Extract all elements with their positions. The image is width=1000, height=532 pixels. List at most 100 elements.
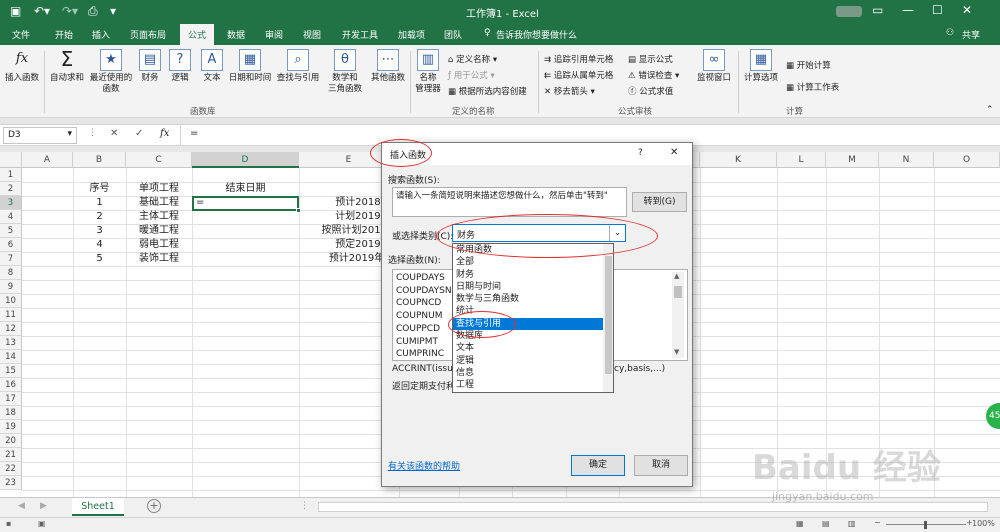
row-header[interactable]: 13: [0, 336, 22, 350]
row-header[interactable]: 10: [0, 294, 22, 308]
print-preview-icon[interactable]: ⎙: [88, 4, 98, 19]
row-header[interactable]: 18: [0, 406, 22, 420]
category-option[interactable]: 文本: [453, 342, 603, 354]
function-item[interactable]: COUPNUM: [393, 310, 454, 323]
row-header[interactable]: 2: [0, 182, 22, 196]
tab-page-layout[interactable]: 页面布局: [130, 28, 166, 41]
zoom-slider-thumb[interactable]: [924, 521, 927, 529]
page-layout-view-icon[interactable]: ▤: [822, 519, 830, 528]
cell-c3[interactable]: 基础工程: [126, 196, 192, 210]
define-name-button[interactable]: ⌂ 定义名称 ▾: [448, 53, 497, 65]
datetime-button[interactable]: ▦ 日期和时间: [227, 49, 273, 84]
autosum-button[interactable]: Σ 自动求和: [46, 49, 88, 84]
cell-c2[interactable]: 单项工程: [126, 182, 192, 196]
chevron-up-icon[interactable]: ▲: [674, 272, 679, 280]
calc-options-button[interactable]: ▦ 计算选项: [740, 49, 782, 84]
trace-precedents-button[interactable]: ⇉ 追踪引用单元格: [544, 53, 613, 65]
logical-button[interactable]: ? 逻辑: [166, 49, 194, 84]
column-header[interactable]: A: [22, 152, 73, 168]
category-option[interactable]: 财务: [453, 269, 603, 281]
column-header[interactable]: C: [126, 152, 192, 168]
tab-data[interactable]: 数据: [227, 28, 245, 41]
share-button[interactable]: 共享: [962, 28, 980, 41]
cell-c6[interactable]: 弱电工程: [126, 238, 192, 252]
normal-view-icon[interactable]: ▦: [796, 519, 804, 528]
row-header[interactable]: 15: [0, 364, 22, 378]
column-header[interactable]: M: [826, 152, 879, 168]
row-header[interactable]: 22: [0, 462, 22, 476]
row-header[interactable]: 17: [0, 392, 22, 406]
remove-arrows-button[interactable]: ✕ 移去箭头 ▾: [544, 85, 595, 97]
tab-view[interactable]: 视图: [303, 28, 321, 41]
cell-b2[interactable]: 序号: [73, 182, 126, 196]
scrollbar-thumb[interactable]: [674, 286, 682, 298]
category-option[interactable]: 全部: [453, 256, 603, 268]
scroll-left-icon[interactable]: ◀: [18, 501, 25, 511]
confirm-entry-icon[interactable]: ✓: [135, 128, 143, 139]
function-item[interactable]: COUPPCD: [393, 323, 454, 336]
zoom-out-icon[interactable]: −: [874, 518, 881, 527]
row-header[interactable]: 11: [0, 308, 22, 322]
cell-d4[interactable]: [192, 210, 299, 224]
row-header[interactable]: 5: [0, 224, 22, 238]
maximize-icon[interactable]: ☐: [932, 3, 943, 17]
column-header[interactable]: B: [73, 152, 126, 168]
tab-home[interactable]: 开始: [55, 28, 73, 41]
tab-formulas[interactable]: 公式: [180, 24, 215, 45]
column-header[interactable]: L: [777, 152, 826, 168]
recent-functions-button[interactable]: ★ 最近使用的 函数: [88, 49, 134, 95]
go-button[interactable]: 转到(G): [632, 192, 687, 212]
name-manager-button[interactable]: ▥ 名称 管理器: [412, 49, 444, 95]
save-icon[interactable]: ▣: [10, 4, 21, 18]
tab-review[interactable]: 审阅: [265, 28, 283, 41]
column-header[interactable]: K: [700, 152, 777, 168]
fill-handle[interactable]: [296, 208, 301, 213]
cell-c5[interactable]: 暖通工程: [126, 224, 192, 238]
function-list-scrollbar[interactable]: [672, 272, 684, 358]
cancel-entry-icon[interactable]: ✕: [110, 128, 118, 139]
function-item[interactable]: CUMPRINC: [393, 348, 454, 360]
category-option[interactable]: 信息: [453, 367, 603, 379]
cancel-button[interactable]: 取消: [634, 455, 688, 476]
cell-d2[interactable]: 结束日期: [192, 182, 299, 196]
collapse-ribbon-icon[interactable]: ⌃: [986, 105, 994, 115]
category-option[interactable]: 逻辑: [453, 355, 603, 367]
tab-developer[interactable]: 开发工具: [342, 28, 378, 41]
row-header[interactable]: 14: [0, 350, 22, 364]
selected-cell[interactable]: [192, 196, 299, 211]
tab-insert[interactable]: 插入: [92, 28, 110, 41]
calc-sheet-button[interactable]: ▦ 计算工作表: [786, 81, 839, 93]
row-header[interactable]: 1: [0, 168, 22, 182]
sheet-tab[interactable]: Sheet1: [72, 498, 124, 516]
row-header[interactable]: 9: [0, 280, 22, 294]
tab-file[interactable]: 文件: [12, 28, 30, 41]
column-header[interactable]: N: [879, 152, 934, 168]
horizontal-scrollbar[interactable]: [318, 502, 988, 512]
function-item[interactable]: COUPDAYSNC: [393, 285, 454, 298]
search-function-input[interactable]: 请输入一条简短说明来描述您想做什么，然后单击"转到": [392, 187, 627, 217]
minimize-icon[interactable]: —: [902, 3, 914, 17]
category-option[interactable]: 日期与时间: [453, 281, 603, 293]
row-header[interactable]: 7: [0, 252, 22, 266]
customize-qat-icon[interactable]: ▾: [110, 4, 116, 18]
cell-b4[interactable]: 2: [73, 210, 126, 224]
cell-b6[interactable]: 4: [73, 238, 126, 252]
lookup-button[interactable]: ⌕ 查找与引用: [274, 49, 322, 84]
row-header[interactable]: 8: [0, 266, 22, 280]
cell-c7[interactable]: 装饰工程: [126, 252, 192, 266]
watch-window-button[interactable]: ∞ 监视窗口: [694, 49, 734, 84]
select-all-corner[interactable]: [0, 152, 22, 168]
calc-now-button[interactable]: ▦ 开始计算: [786, 59, 831, 71]
ok-button[interactable]: 确定: [571, 455, 625, 476]
scroll-right-icon[interactable]: ▶: [40, 501, 47, 511]
cell-b3[interactable]: 1: [73, 196, 126, 210]
show-formulas-button[interactable]: ▤ 显示公式: [628, 53, 673, 65]
row-header[interactable]: 3: [0, 196, 22, 210]
use-in-formula-button[interactable]: ƒ 用于公式 ▾: [448, 69, 495, 81]
cell-c4[interactable]: 主体工程: [126, 210, 192, 224]
column-header[interactable]: O: [934, 152, 1000, 168]
category-option[interactable]: 数学与三角函数: [453, 293, 603, 305]
close-icon[interactable]: ✕: [670, 147, 678, 158]
more-functions-button[interactable]: ⋯ 其他函数: [368, 49, 408, 84]
function-list[interactable]: COUPDAYS COUPDAYSNC COUPNCD COUPNUM COUPPCD C…: [392, 269, 454, 361]
